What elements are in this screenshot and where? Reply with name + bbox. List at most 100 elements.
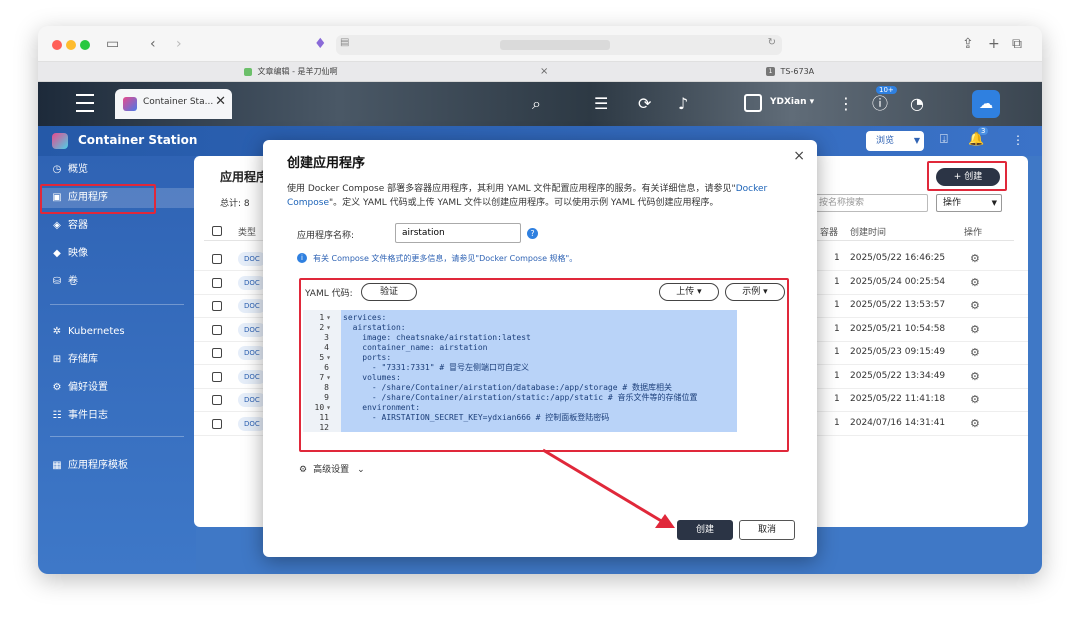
- advanced-settings-label: 高级设置: [313, 465, 350, 475]
- arrow-head: [655, 514, 675, 528]
- row-checkbox[interactable]: [212, 301, 222, 311]
- row-checkbox[interactable]: [212, 371, 222, 382]
- gear-icon[interactable]: ⚙: [970, 370, 980, 383]
- dashboard-icon[interactable]: ◔: [910, 96, 924, 112]
- type-badge: DOC: [238, 369, 266, 384]
- sidebar-item-label: 卷: [68, 276, 78, 287]
- container-count: 1: [834, 347, 840, 357]
- gear-icon[interactable]: ⚙: [970, 252, 980, 265]
- example-button[interactable]: 示例 ▾: [725, 283, 785, 301]
- back-icon[interactable]: ‹: [150, 35, 156, 53]
- zoom-window-button[interactable]: [80, 40, 90, 50]
- tab-overview-icon[interactable]: ⧉: [1012, 35, 1022, 53]
- user-name[interactable]: YDXian ▾: [770, 97, 814, 107]
- yaml-code-editor[interactable]: 1 ▾ services: 2 ▾ airstation: 3 image: cheats…: [303, 310, 737, 432]
- arrow-line: [542, 448, 664, 524]
- container-count: 1: [834, 417, 840, 428]
- row-checkbox[interactable]: [212, 418, 222, 429]
- favicon-icon: [244, 67, 252, 76]
- notification-count: 3: [978, 127, 989, 135]
- gear-icon: ⚙: [52, 382, 62, 393]
- sync-icon[interactable]: ⟳: [638, 96, 651, 112]
- type-badge: DOC: [238, 416, 266, 431]
- reload-icon[interactable]: ↻: [768, 37, 776, 48]
- sidebar-item-repository[interactable]: ⊞ 存储库: [50, 350, 98, 370]
- row-checkbox[interactable]: [212, 324, 222, 335]
- row-checkbox[interactable]: [212, 348, 222, 358]
- panel-title: 应用程序: [220, 170, 269, 184]
- sidebar-item-applications[interactable]: ▣ 应用程序: [40, 188, 194, 208]
- sidebar-toggle-icon[interactable]: ▭: [106, 35, 119, 53]
- docker-compose-link[interactable]: Docker: [736, 184, 768, 194]
- database-icon: ⛁: [52, 276, 62, 287]
- task-icon[interactable]: ☰: [594, 96, 608, 112]
- upload-button[interactable]: 上传 ▾: [659, 283, 719, 301]
- browser-tab-article[interactable]: 文章编辑 - 是羊刀仙啊: [244, 65, 338, 79]
- gear-icon[interactable]: ⚙: [970, 276, 980, 289]
- action-dropdown[interactable]: 操作 ▼: [936, 194, 1002, 212]
- gear-icon[interactable]: ⚙: [970, 417, 980, 430]
- download-icon[interactable]: ⍗: [940, 132, 948, 147]
- browse-dropdown[interactable]: 浏览 ▼: [866, 131, 924, 151]
- gear-icon[interactable]: ⚙: [970, 393, 980, 406]
- search-icon[interactable]: ⌕: [532, 96, 541, 112]
- template-icon: ▦: [52, 460, 62, 471]
- sidebar-item-volumes[interactable]: ⛁ 卷: [50, 272, 78, 292]
- row-checkbox[interactable]: [212, 395, 222, 405]
- created-time: 2025/05/22 13:53:57: [850, 300, 946, 310]
- app-name-input[interactable]: [395, 223, 521, 243]
- dialog-cancel-button[interactable]: 取消: [739, 520, 795, 540]
- sidebar-item-kubernetes[interactable]: ✲ Kubernetes: [50, 322, 125, 342]
- sidebar-item-containers[interactable]: ◈ 容器: [50, 216, 88, 236]
- created-time: 2024/07/16 14:31:41: [850, 417, 946, 428]
- sidebar-item-preferences[interactable]: ⚙ 偏好设置: [50, 378, 108, 398]
- close-window-button[interactable]: [52, 40, 62, 50]
- user-icon[interactable]: [744, 94, 762, 112]
- browser-tab-nas[interactable]: 1 TS-673A: [766, 65, 814, 79]
- close-icon[interactable]: ×: [793, 148, 805, 164]
- browser-tab-strip: 文章编辑 - 是羊刀仙啊 × 1 TS-673A: [38, 62, 1042, 82]
- row-checkbox[interactable]: [212, 277, 222, 288]
- address-bar[interactable]: ▤ ↻: [336, 35, 782, 55]
- sidebar-item-label: 容器: [68, 220, 88, 231]
- create-button[interactable]: + 创建: [936, 168, 1000, 186]
- gear-icon[interactable]: ⚙: [970, 299, 980, 312]
- select-all-checkbox[interactable]: [212, 226, 222, 236]
- sidebar-item-overview[interactable]: ◷ 概览: [50, 160, 88, 180]
- close-icon[interactable]: ✕: [215, 94, 226, 109]
- docker-compose-link[interactable]: Compose: [287, 198, 329, 208]
- gear-icon[interactable]: ⚙: [970, 346, 980, 359]
- sidebar-item-images[interactable]: ◆ 映像: [50, 244, 88, 264]
- search-input[interactable]: 按名称搜索: [814, 194, 928, 212]
- column-header-type: 类型: [238, 228, 257, 238]
- log-icon: ☷: [52, 410, 62, 421]
- cloud-icon[interactable]: ☁: [972, 90, 1000, 118]
- dialog-create-button[interactable]: 创建: [677, 520, 733, 540]
- app-tab-container-station[interactable]: Container Sta... ✕: [115, 89, 232, 119]
- gear-icon[interactable]: ⚙: [970, 323, 980, 336]
- info-icon[interactable]: ⓘ: [872, 96, 888, 112]
- row-checkbox[interactable]: [212, 254, 222, 264]
- validate-button[interactable]: 验证: [361, 283, 417, 301]
- bell-icon[interactable]: ♪: [678, 96, 688, 112]
- share-icon[interactable]: ⇪: [962, 35, 974, 53]
- close-tab-icon[interactable]: ×: [540, 65, 548, 79]
- more-vertical-icon[interactable]: ⋮: [838, 96, 854, 112]
- forward-icon[interactable]: ›: [176, 35, 182, 53]
- action-label: 操作: [943, 198, 962, 208]
- collapse-sidebar-icon[interactable]: «: [168, 572, 176, 574]
- minimize-window-button[interactable]: [66, 40, 76, 50]
- sidebar-item-event-log[interactable]: ☷ 事件日志: [50, 406, 108, 426]
- compose-spec-info[interactable]: 有关 Compose 文件格式的更多信息，请参见"Docker Compose …: [313, 253, 577, 264]
- new-tab-icon[interactable]: +: [988, 35, 1000, 53]
- sidebar-item-app-templates[interactable]: ▦ 应用程序模板: [50, 456, 128, 476]
- line-number: 12: [319, 423, 329, 432]
- description-text: "。定义 YAML 代码或上传 YAML 文件以创建应用程序。可以使用示例 YA…: [329, 198, 719, 208]
- kubernetes-icon: ✲: [52, 326, 62, 337]
- extension-icon[interactable]: ♦: [314, 35, 327, 53]
- main-menu-icon[interactable]: [76, 94, 94, 112]
- repository-icon: ⊞: [52, 354, 62, 365]
- advanced-settings-toggle[interactable]: ⚙ 高级设置 ⌄: [299, 462, 365, 475]
- more-vertical-icon[interactable]: ⋮: [1012, 133, 1024, 147]
- help-icon[interactable]: ?: [527, 228, 538, 239]
